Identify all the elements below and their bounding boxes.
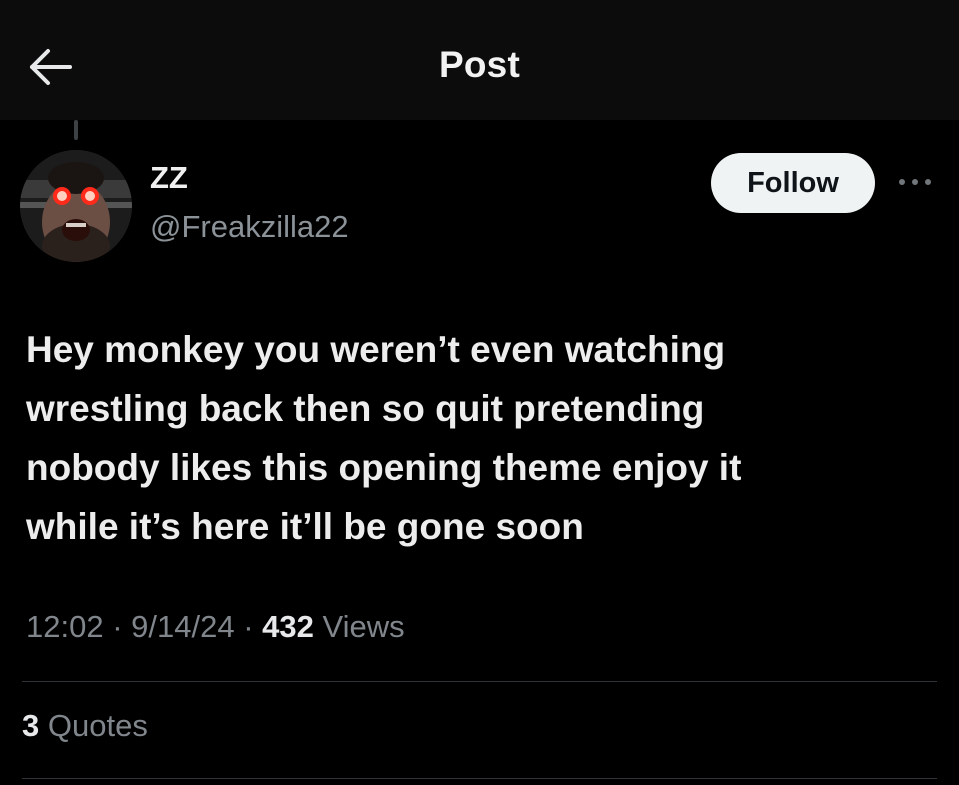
page-title: Post bbox=[439, 44, 520, 85]
post-metadata: 12:02 · 9/14/24 · 432 Views bbox=[26, 609, 405, 645]
more-options-button[interactable] bbox=[893, 168, 937, 196]
thread-connector-line bbox=[74, 120, 78, 140]
meta-separator: · bbox=[112, 609, 123, 644]
divider bbox=[22, 681, 937, 682]
divider bbox=[22, 778, 937, 779]
post-date: 9/14/24 bbox=[131, 609, 235, 644]
top-bar: Post bbox=[0, 0, 959, 120]
quotes-label: Quotes bbox=[47, 708, 148, 743]
quotes-count: 3 bbox=[22, 708, 40, 743]
views-label: Views bbox=[322, 609, 405, 644]
post-time: 12:02 bbox=[26, 609, 104, 644]
author-display-name[interactable]: ZZ bbox=[150, 160, 188, 196]
avatar-photo bbox=[20, 150, 132, 262]
meta-separator: · bbox=[243, 609, 254, 644]
views-count: 432 bbox=[262, 609, 314, 644]
quotes-link[interactable]: 3 Quotes bbox=[22, 708, 148, 744]
avatar[interactable] bbox=[20, 150, 132, 262]
more-dots-icon bbox=[899, 179, 931, 185]
follow-button[interactable]: Follow bbox=[711, 153, 875, 213]
author-handle[interactable]: @Freakzilla22 bbox=[150, 209, 349, 245]
post-text: Hey monkey you weren’t even watching wre… bbox=[26, 329, 742, 547]
